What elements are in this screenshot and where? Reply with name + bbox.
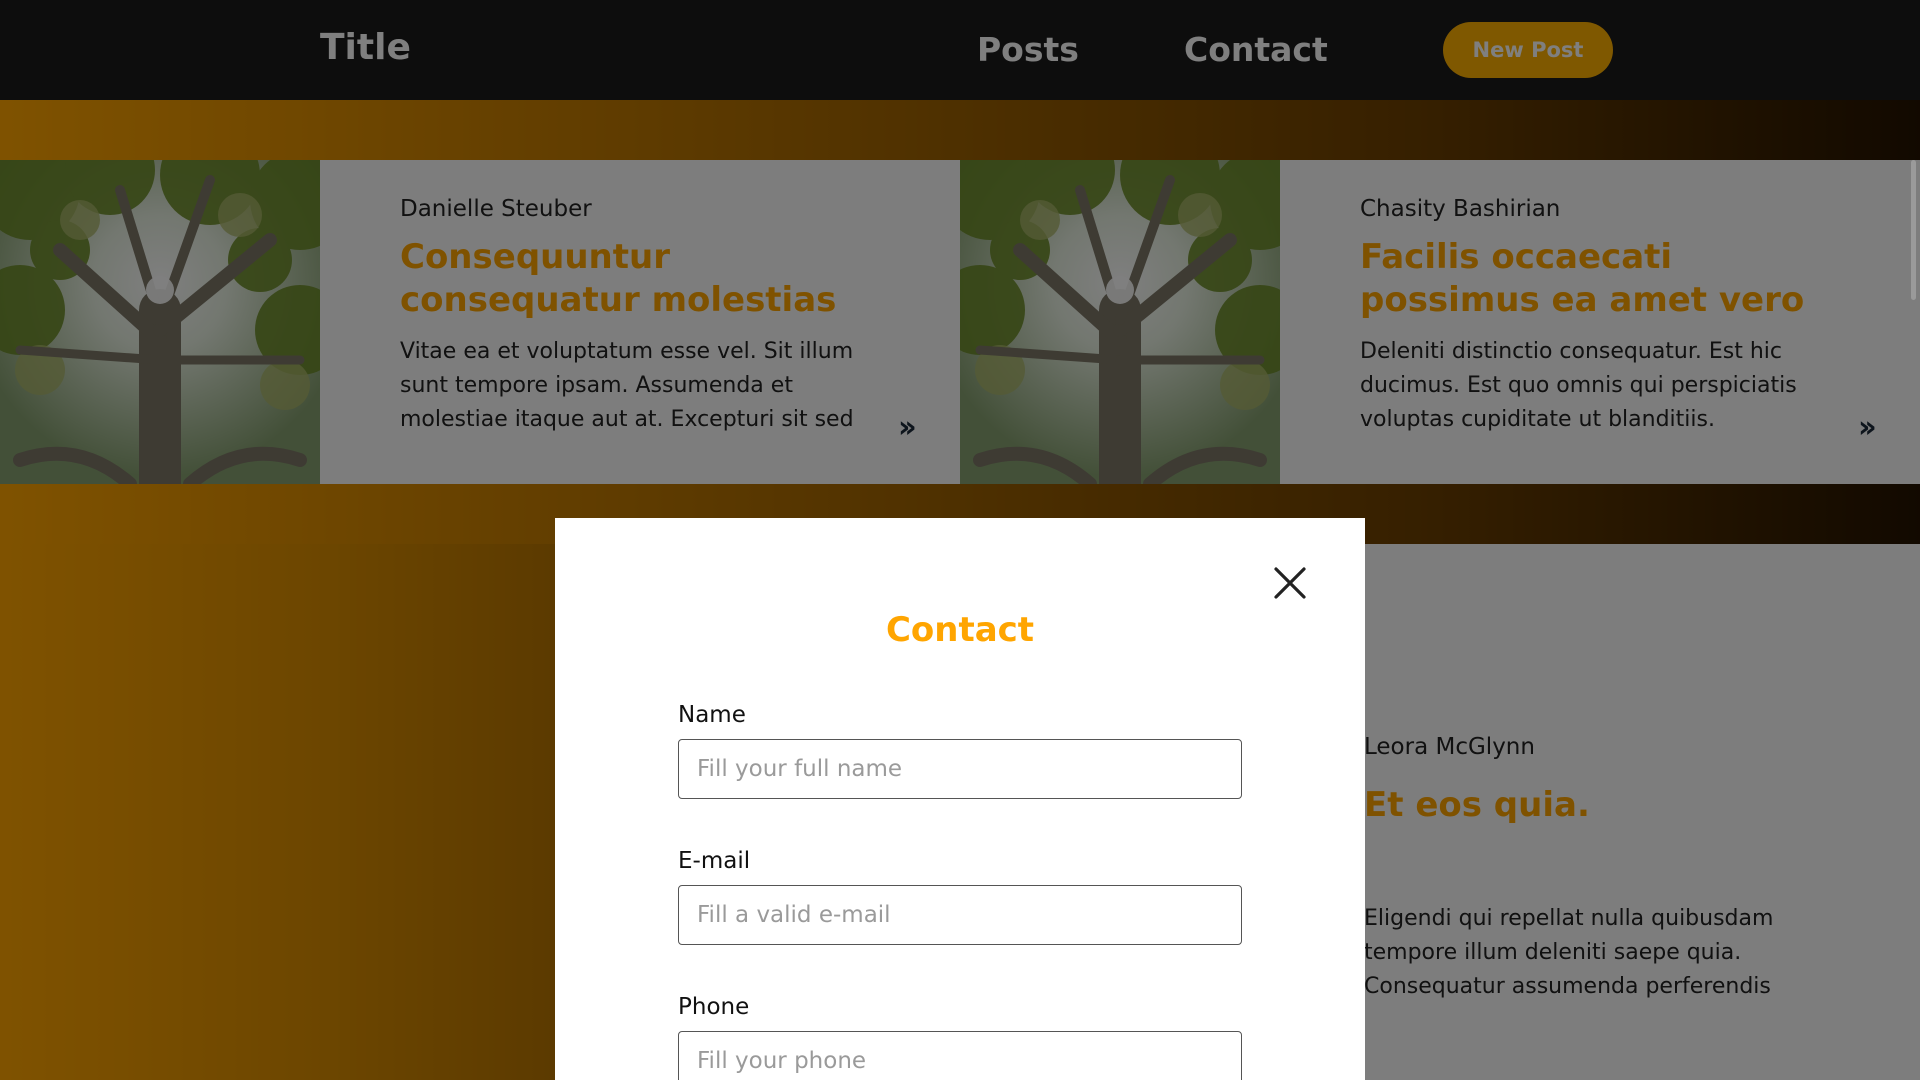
post-author: Leora McGlynn	[1364, 734, 1535, 760]
phone-label: Phone	[678, 994, 750, 1020]
close-icon[interactable]	[1273, 566, 1307, 600]
post-card[interactable]: Leora McGlynn Et eos quia. Eligendi qui …	[1364, 544, 1920, 1080]
double-chevron-right-icon[interactable]: ››	[898, 410, 917, 445]
post-title[interactable]: Facilis occaecati possimus ea amet vero	[1360, 236, 1860, 321]
tree-image-art	[0, 160, 320, 484]
hero-band-lower-left	[0, 544, 556, 1080]
tree-image-art	[960, 160, 1280, 484]
hero-band-top	[0, 100, 1920, 160]
contact-modal: Contact Name E-mail Phone	[555, 518, 1365, 1080]
phone-input[interactable]	[678, 1031, 1242, 1080]
navbar: Title Posts Contact New Post	[0, 0, 1920, 100]
email-input[interactable]	[678, 885, 1242, 945]
post-card-body: Chasity Bashirian Facilis occaecati poss…	[1360, 196, 1860, 437]
scrollbar-thumb[interactable]	[1911, 160, 1916, 300]
post-author: Chasity Bashirian	[1360, 196, 1561, 222]
nav-link-posts[interactable]: Posts	[977, 30, 1079, 69]
tree-image	[0, 160, 320, 484]
post-excerpt: Deleniti distinctio consequatur. Est hic…	[1360, 339, 1797, 433]
post-title[interactable]: Consequuntur consequatur molestias	[400, 236, 900, 321]
post-card[interactable]: Chasity Bashirian Facilis occaecati poss…	[960, 160, 1920, 484]
post-author: Danielle Steuber	[400, 196, 592, 222]
site-title[interactable]: Title	[320, 27, 411, 68]
name-input[interactable]	[678, 739, 1242, 799]
nav-link-contact[interactable]: Contact	[1184, 30, 1328, 69]
double-chevron-right-icon[interactable]: ››	[1858, 410, 1877, 445]
tree-image	[960, 160, 1280, 484]
new-post-button[interactable]: New Post	[1443, 22, 1613, 78]
post-card[interactable]: Danielle Steuber Consequuntur consequatu…	[0, 160, 960, 484]
close-icon-glyph	[1274, 567, 1306, 599]
modal-title: Contact	[885, 610, 1035, 650]
post-excerpt: Eligendi qui repellat nulla quibusdam te…	[1364, 906, 1774, 1000]
post-title[interactable]: Et eos quia.	[1364, 784, 1590, 827]
name-label: Name	[678, 702, 746, 728]
post-card-body: Danielle Steuber Consequuntur consequatu…	[400, 196, 900, 437]
post-excerpt: Vitae ea et voluptatum esse vel. Sit ill…	[400, 339, 854, 433]
email-label: E-mail	[678, 848, 751, 874]
